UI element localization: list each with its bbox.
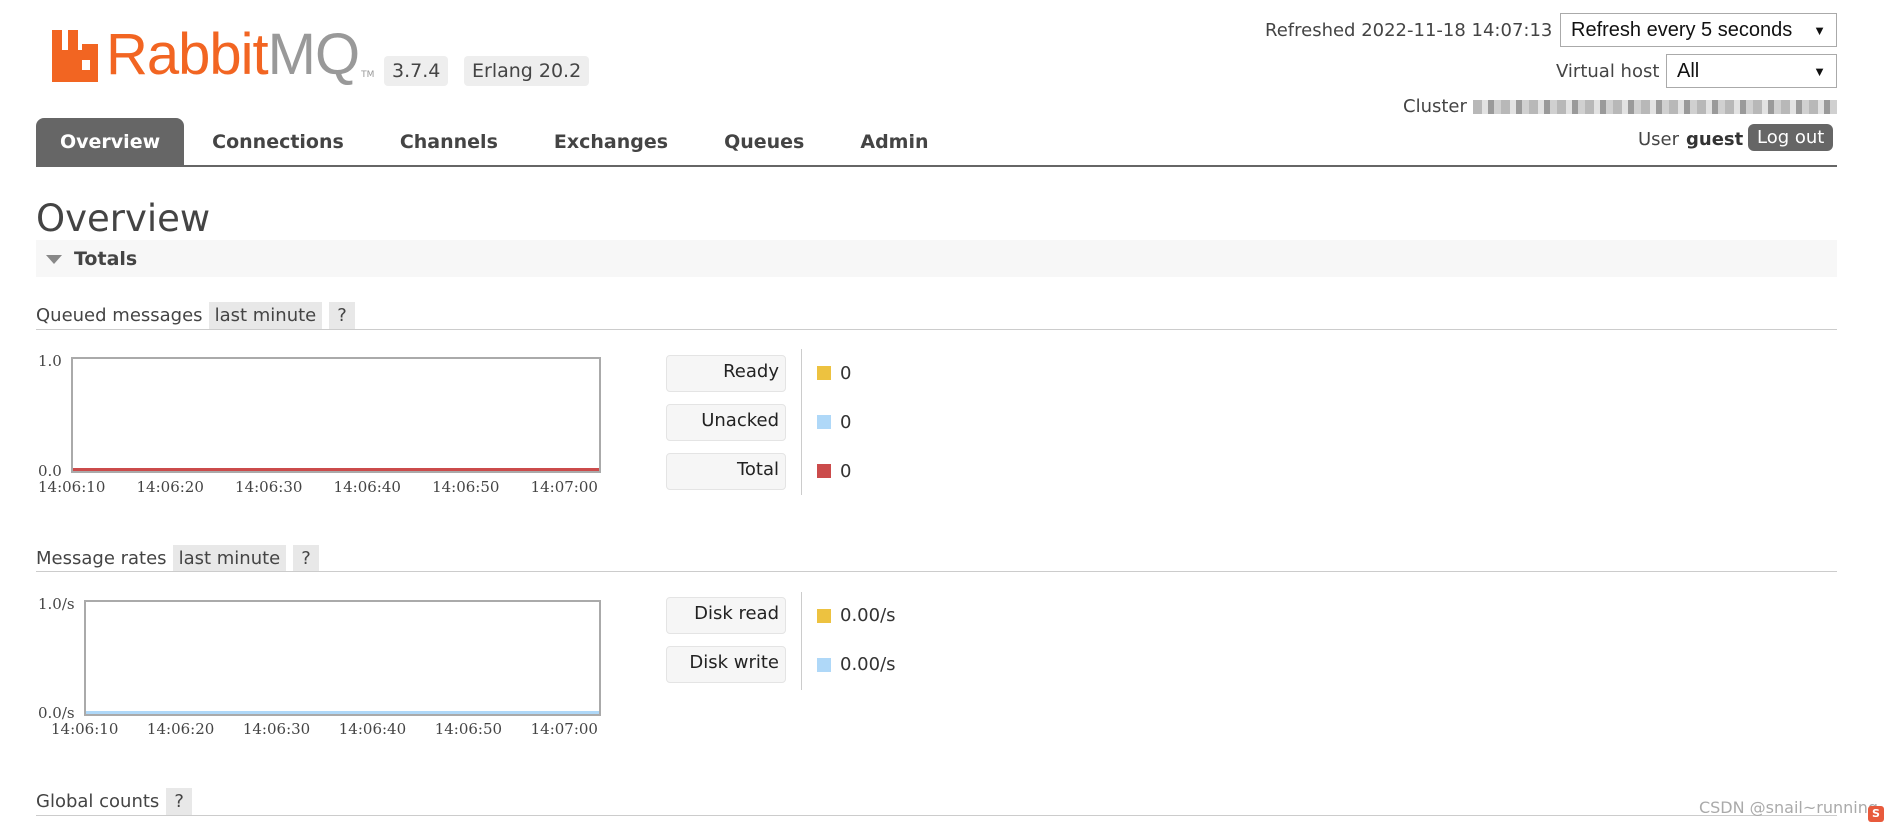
queued-help-button[interactable]: ? bbox=[329, 302, 355, 329]
rates-x-axis: 14:06:10 14:06:20 14:06:30 14:06:40 14:0… bbox=[51, 720, 598, 738]
rates-x-tick: 14:06:40 bbox=[338, 720, 407, 738]
ready-color-swatch bbox=[817, 366, 831, 380]
totals-section-header[interactable] bbox=[36, 240, 1837, 277]
logo-tm: TM bbox=[361, 70, 375, 80]
queued-divider bbox=[36, 329, 1837, 330]
rates-legend-separator bbox=[801, 592, 802, 690]
global-counts-help-button[interactable]: ? bbox=[166, 788, 192, 815]
ready-value: 0 bbox=[840, 363, 852, 384]
disk-read-value: 0.00/s bbox=[840, 605, 896, 626]
unacked-value: 0 bbox=[840, 412, 852, 433]
rates-x-tick: 14:06:50 bbox=[434, 720, 503, 738]
tab-divider bbox=[36, 165, 1837, 167]
tab-overview[interactable]: Overview bbox=[36, 118, 185, 166]
queued-x-tick: 14:06:10 bbox=[38, 478, 106, 496]
message-rates-header: Message rates last minute ? bbox=[36, 545, 319, 572]
main-nav-tabs: Overview Connections Channels Exchanges … bbox=[36, 118, 957, 166]
legend-ready[interactable]: Ready bbox=[666, 355, 786, 392]
global-counts-title: Global counts bbox=[36, 791, 160, 812]
rates-divider bbox=[36, 571, 1837, 572]
message-rates-chart bbox=[84, 600, 601, 716]
rabbit-logo-icon bbox=[52, 30, 98, 82]
queued-x-tick: 14:06:30 bbox=[235, 478, 303, 496]
queued-messages-chart bbox=[71, 357, 601, 473]
dropdown-arrow-icon: ▼ bbox=[1813, 63, 1826, 79]
disk-write-value: 0.00/s bbox=[840, 654, 896, 675]
message-rates-title: Message rates bbox=[36, 548, 167, 569]
logo-wordmark: RabbitMQ bbox=[106, 22, 360, 87]
rates-range-selector[interactable]: last minute bbox=[172, 545, 287, 572]
queued-legend-separator bbox=[801, 349, 802, 495]
tab-queues[interactable]: Queues bbox=[696, 118, 832, 166]
csdn-logo-icon: S bbox=[1868, 806, 1884, 822]
collapse-triangle-icon[interactable] bbox=[46, 255, 62, 264]
virtual-host-value: All bbox=[1677, 59, 1700, 82]
tab-exchanges[interactable]: Exchanges bbox=[526, 118, 696, 166]
queued-range-selector[interactable]: last minute bbox=[208, 302, 323, 329]
rates-x-tick: 14:06:30 bbox=[242, 720, 311, 738]
virtual-host-select[interactable]: All ▼ bbox=[1666, 54, 1837, 88]
totals-section-title: Totals bbox=[74, 248, 138, 270]
dropdown-arrow-icon: ▼ bbox=[1813, 22, 1826, 38]
queued-x-tick: 14:06:40 bbox=[333, 478, 401, 496]
legend-total[interactable]: Total bbox=[666, 453, 786, 490]
total-value: 0 bbox=[840, 461, 852, 482]
rates-x-tick: 14:06:20 bbox=[146, 720, 215, 738]
erlang-version-badge: Erlang 20.2 bbox=[464, 56, 590, 86]
queued-x-tick: 14:06:50 bbox=[432, 478, 500, 496]
page-title: Overview bbox=[36, 197, 211, 240]
version-badge: 3.7.4 bbox=[384, 56, 449, 86]
queued-x-tick: 14:07:00 bbox=[530, 478, 598, 496]
user-name: guest bbox=[1686, 129, 1744, 150]
legend-disk-write[interactable]: Disk write bbox=[666, 646, 786, 683]
tab-channels[interactable]: Channels bbox=[372, 118, 526, 166]
virtual-host-label: Virtual host bbox=[1556, 61, 1660, 82]
user-label: User bbox=[1638, 129, 1680, 150]
refresh-interval-value: Refresh every 5 seconds bbox=[1571, 18, 1793, 41]
total-color-swatch bbox=[817, 464, 831, 478]
legend-unacked[interactable]: Unacked bbox=[666, 404, 786, 441]
rates-series-line bbox=[86, 711, 599, 714]
cluster-label: Cluster bbox=[1403, 96, 1467, 117]
queued-series-line bbox=[73, 468, 599, 471]
queued-x-tick: 14:06:20 bbox=[136, 478, 204, 496]
global-counts-header: Global counts ? bbox=[36, 788, 192, 815]
legend-disk-read[interactable]: Disk read bbox=[666, 597, 786, 634]
tab-connections[interactable]: Connections bbox=[184, 118, 372, 166]
queued-x-axis: 14:06:10 14:06:20 14:06:30 14:06:40 14:0… bbox=[38, 478, 598, 496]
cluster-name-redacted bbox=[1473, 100, 1837, 114]
global-counts-divider bbox=[36, 815, 1837, 816]
rates-y-max-label: 1.0/s bbox=[38, 595, 75, 613]
rates-x-tick: 14:06:10 bbox=[51, 720, 119, 738]
rates-x-tick: 14:07:00 bbox=[530, 720, 598, 738]
logout-button[interactable]: Log out bbox=[1748, 124, 1834, 151]
disk-read-color-swatch bbox=[817, 609, 831, 623]
refreshed-timestamp: Refreshed 2022-11-18 14:07:13 bbox=[1265, 20, 1553, 41]
queued-messages-title: Queued messages bbox=[36, 305, 203, 326]
unacked-color-swatch bbox=[817, 415, 831, 429]
queued-messages-header: Queued messages last minute ? bbox=[36, 302, 355, 329]
rates-help-button[interactable]: ? bbox=[293, 545, 319, 572]
rabbitmq-logo[interactable]: RabbitMQ TM bbox=[52, 22, 374, 88]
tab-admin[interactable]: Admin bbox=[832, 118, 956, 166]
csdn-watermark: CSDN @snail~running bbox=[1698, 798, 1878, 817]
disk-write-color-swatch bbox=[817, 658, 831, 672]
refresh-interval-select[interactable]: Refresh every 5 seconds ▼ bbox=[1560, 13, 1837, 47]
queued-y-max-label: 1.0 bbox=[38, 352, 62, 370]
